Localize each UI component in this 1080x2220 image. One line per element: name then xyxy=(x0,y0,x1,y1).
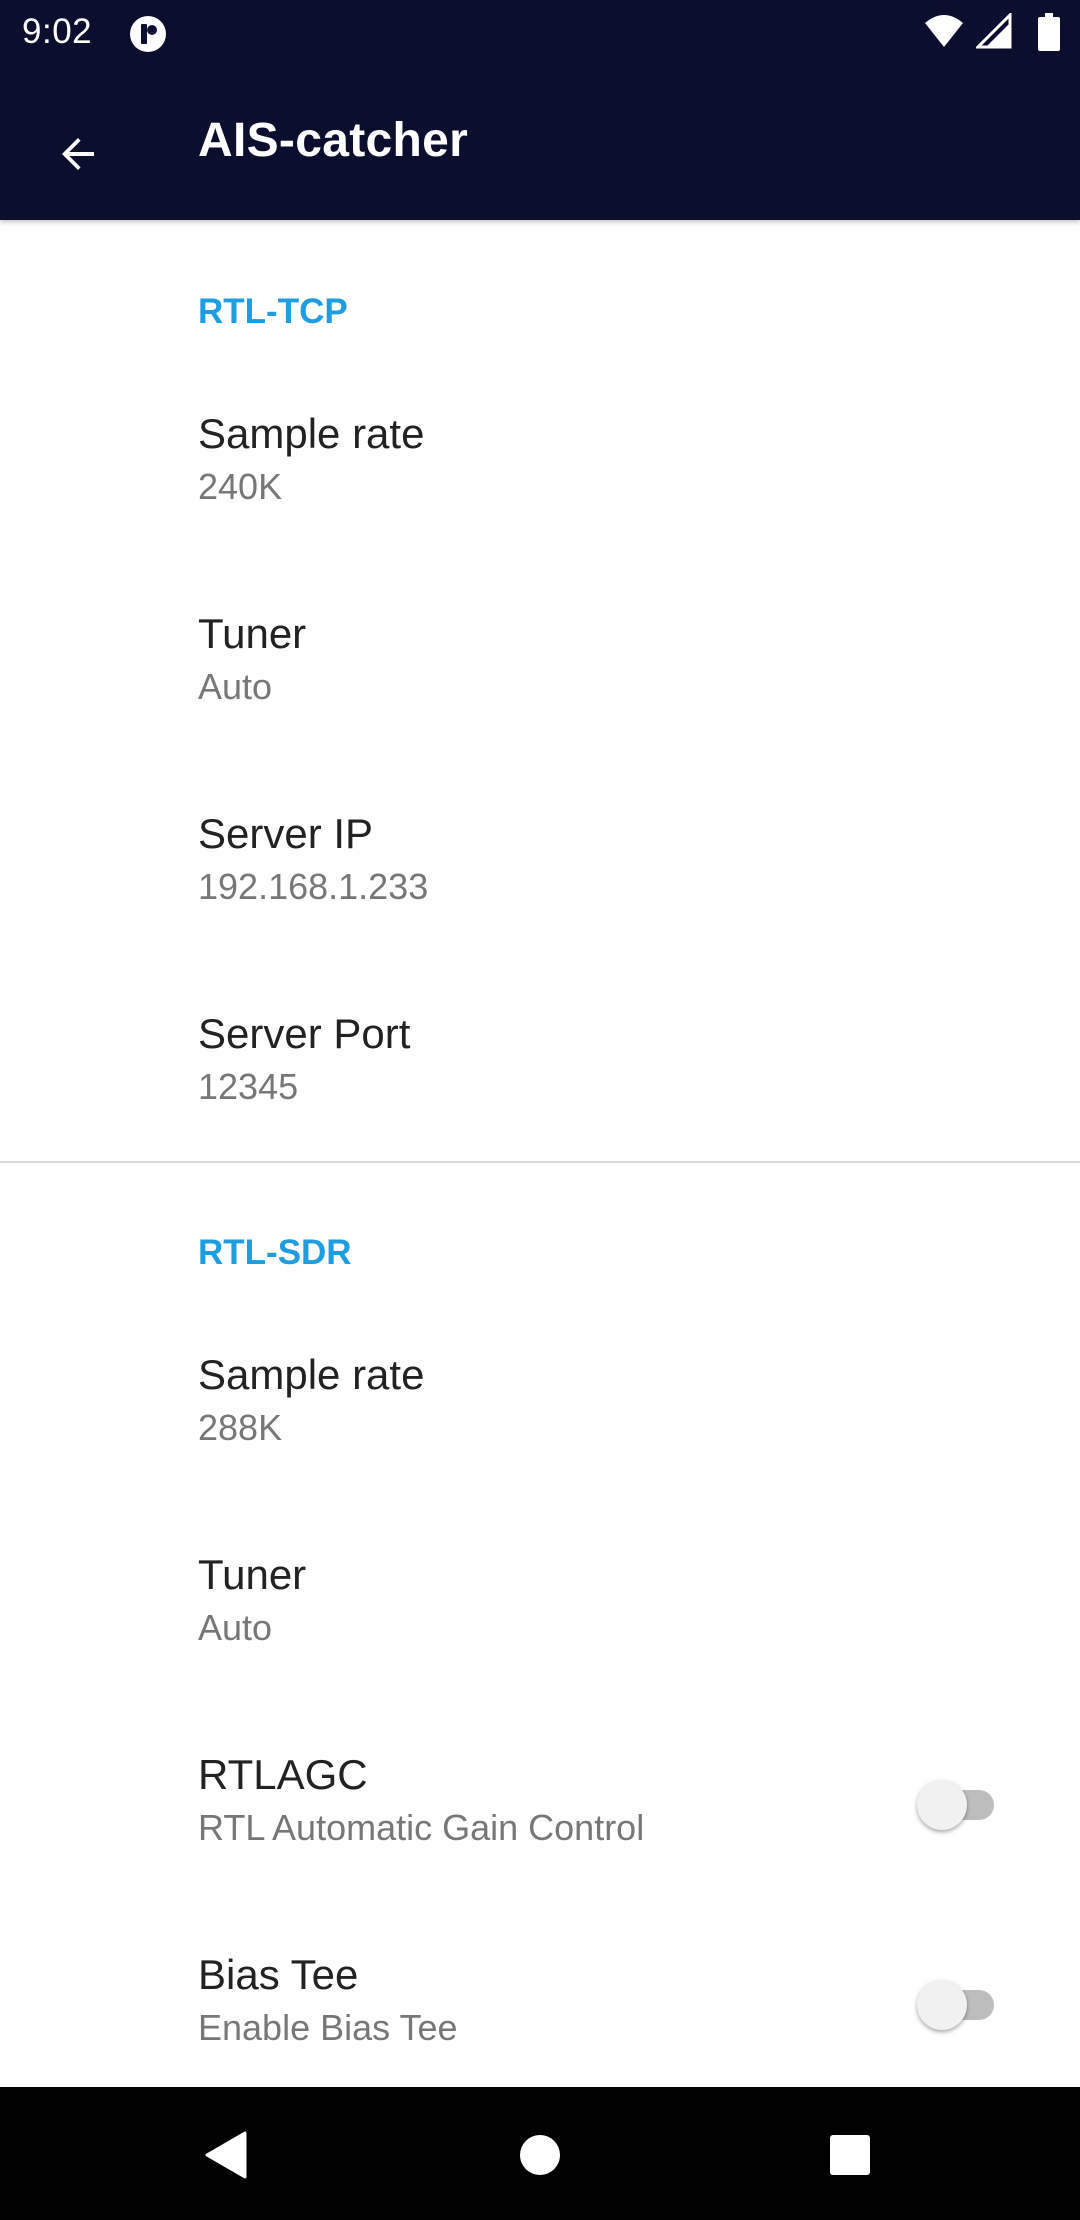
pref-title: Bias Tee xyxy=(198,1951,359,1998)
back-button[interactable] xyxy=(30,106,126,202)
category-title-rtl-tcp: RTL-TCP xyxy=(198,292,348,331)
status-time: 9:02 xyxy=(22,12,93,51)
category-title-rtl-sdr: RTL-SDR xyxy=(198,1233,352,1272)
back-triangle-icon xyxy=(205,2131,247,2179)
pref-tuner-tcp[interactable]: Tuner Auto xyxy=(0,610,1080,810)
battery-icon xyxy=(1038,13,1060,51)
cell-signal-icon xyxy=(976,13,1012,49)
pref-rtlagc[interactable]: RTLAGC RTL Automatic Gain Control xyxy=(0,1751,1080,1951)
pref-summary: Enable Bias Tee xyxy=(198,2007,458,2048)
pref-sample-rate-sdr[interactable]: Sample rate 288K xyxy=(0,1351,1080,1551)
nav-recents-button[interactable] xyxy=(810,2115,890,2195)
bias-tee-switch[interactable] xyxy=(912,1975,1008,2035)
pref-summary: RTL Automatic Gain Control xyxy=(198,1807,645,1848)
pref-server-ip[interactable]: Server IP 192.168.1.233 xyxy=(0,810,1080,1010)
pref-sample-rate-tcp[interactable]: Sample rate 240K xyxy=(0,410,1080,610)
page-title: AIS-catcher xyxy=(198,114,469,167)
pref-tuner-sdr[interactable]: Tuner Auto xyxy=(0,1551,1080,1751)
pref-summary: Auto xyxy=(198,1607,273,1648)
app-notification-icon xyxy=(128,14,168,59)
switch-thumb xyxy=(917,1980,967,2030)
nav-back-button[interactable] xyxy=(187,2115,267,2195)
navigation-bar xyxy=(0,2087,1080,2220)
pref-summary: Auto xyxy=(198,666,273,707)
rtlagc-switch[interactable] xyxy=(912,1775,1008,1835)
pref-title: RTLAGC xyxy=(198,1751,368,1798)
pref-title: Tuner xyxy=(198,1551,307,1598)
status-bar: 9:02 xyxy=(0,0,1080,66)
pref-title: Sample rate xyxy=(198,410,425,457)
recents-square-icon xyxy=(830,2135,870,2175)
pref-summary: 240K xyxy=(198,466,283,507)
pref-title: Server IP xyxy=(198,810,374,857)
switch-thumb xyxy=(917,1780,967,1830)
wifi-icon xyxy=(925,15,963,47)
pref-title: Server Port xyxy=(198,1010,411,1057)
pref-summary: 12345 xyxy=(198,1066,299,1107)
section-divider xyxy=(0,1161,1080,1163)
app-bar: AIS-catcher xyxy=(0,66,1080,220)
pref-summary: 288K xyxy=(198,1407,283,1448)
pref-title: Tuner xyxy=(198,610,307,657)
pref-title: Sample rate xyxy=(198,1351,425,1398)
home-circle-icon xyxy=(520,2135,560,2175)
pref-server-port[interactable]: Server Port 12345 xyxy=(0,1010,1080,1210)
arrow-back-icon xyxy=(62,138,94,170)
nav-home-button[interactable] xyxy=(500,2115,580,2195)
pref-summary: 192.168.1.233 xyxy=(198,866,429,907)
